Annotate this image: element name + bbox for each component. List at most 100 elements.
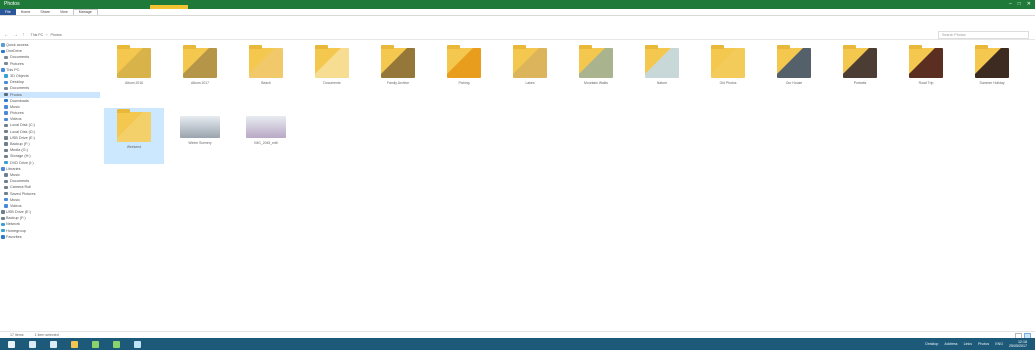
folder-icon — [711, 45, 745, 78]
folder-tile[interactable]: Lakes — [500, 44, 560, 100]
sidebar-item-icon — [4, 80, 8, 84]
sidebar-item-label: Media (G:) — [10, 148, 28, 153]
tile-label: Album 2016 — [124, 81, 144, 85]
sidebar-item-label: Libraries — [6, 166, 21, 171]
folder-tile[interactable]: Weekend — [104, 108, 164, 164]
ribbon-tab-home[interactable]: Home — [16, 9, 36, 15]
sidebar-item-icon — [1, 210, 5, 214]
taskbar: Desktop Address Links Photos ENG 12:18 25/05… — [0, 338, 1035, 350]
folder-tile[interactable]: Mountain Walks — [566, 44, 626, 100]
tile-label: Old Photos — [719, 81, 737, 85]
tray-item[interactable]: Links — [964, 342, 972, 346]
tile-label: Mountain Walks — [584, 81, 608, 85]
back-icon[interactable]: ← — [4, 32, 9, 38]
clock[interactable]: 12:18 25/05/2017 — [1009, 340, 1027, 348]
sidebar-item-label: Music — [10, 172, 20, 177]
sidebar-item-label: OneDrive — [6, 49, 23, 54]
sidebar-item-label: Camera Roll — [10, 185, 32, 190]
folder-tile[interactable]: Album 2017 — [170, 44, 230, 100]
photo-tile[interactable]: Winter Scenery — [170, 108, 230, 164]
ribbon-tab-share[interactable]: Share — [35, 9, 55, 15]
folder-tile[interactable]: Portraits — [830, 44, 890, 100]
sidebar-item-label: Network — [6, 222, 20, 227]
sidebar-item-icon — [4, 55, 8, 60]
folder-tile[interactable]: Road Trip — [896, 44, 956, 100]
folder-tile[interactable]: Fishing — [434, 44, 494, 100]
sidebar-item-icon — [1, 222, 5, 227]
sidebar-item-icon — [4, 86, 8, 91]
file-tiles: Album 2016 Album 2017 Beach Documents Family… — [104, 44, 1034, 164]
minimize-icon[interactable]: – — [1009, 1, 1012, 7]
tile-label: Portraits — [853, 81, 867, 85]
tray-item[interactable]: ENG — [995, 342, 1003, 346]
mail-icon[interactable] — [113, 340, 120, 348]
sidebar-item-label: Music — [10, 104, 20, 109]
folder-icon — [315, 45, 349, 78]
clock-date: 25/05/2017 — [1009, 344, 1027, 348]
sidebar-item-icon — [4, 117, 8, 122]
folder-tile[interactable]: Beach — [236, 44, 296, 100]
ribbon-tabs: File Home Share View Manage — [0, 9, 1035, 16]
close-icon[interactable]: ✕ — [1027, 1, 1031, 7]
breadcrumb-item[interactable]: Photos — [50, 33, 61, 37]
folder-tile[interactable]: Old Photos — [698, 44, 758, 100]
sidebar-item[interactable]: Favorites — [0, 234, 100, 240]
task-view-icon[interactable] — [50, 340, 57, 348]
tile-label: Road Trip — [918, 81, 934, 85]
breadcrumb-item[interactable]: This PC — [31, 33, 44, 37]
maximize-icon[interactable]: □ — [1018, 1, 1021, 7]
search-icon[interactable] — [29, 340, 36, 348]
sidebar-item-icon — [4, 179, 8, 183]
folder-icon — [579, 45, 613, 78]
sidebar-item-label: Backup (F:) — [6, 216, 26, 221]
sidebar-item-label: Documents — [10, 179, 30, 184]
store-icon[interactable] — [92, 340, 99, 348]
tile-label: Beach — [261, 81, 271, 85]
folder-icon — [777, 45, 811, 78]
sidebar-item-label: Pictures — [10, 111, 24, 116]
sidebar-item-label: Storage (H:) — [10, 154, 31, 159]
forward-icon[interactable]: → — [13, 32, 18, 38]
tile-label: Weekend — [126, 145, 142, 149]
tray-item[interactable]: Address — [944, 342, 957, 346]
sidebar-item-icon — [4, 198, 8, 202]
sidebar-item-label: Favorites — [6, 234, 22, 239]
tile-label: Nature — [656, 81, 668, 85]
folder-tile[interactable]: Our House — [764, 44, 824, 100]
window-controls: – □ ✕ — [1009, 1, 1031, 7]
folder-icon — [513, 45, 547, 78]
tile-label: Our House — [785, 81, 803, 85]
ribbon-tab-view[interactable]: View — [55, 9, 73, 15]
ribbon-tab-manage[interactable]: Manage — [72, 9, 98, 15]
sidebar-item-label: Downloads — [10, 98, 29, 103]
folder-tile[interactable]: Family Archive — [368, 44, 428, 100]
file-explorer-icon[interactable] — [71, 340, 78, 348]
photo-tile[interactable]: IMG_2045_edit — [236, 108, 296, 164]
sidebar-item-label: Local Disk (C:) — [10, 123, 35, 128]
tray-item[interactable]: Desktop — [925, 342, 938, 346]
sidebar-item-icon — [4, 74, 8, 78]
folder-icon — [843, 45, 877, 78]
up-icon[interactable]: ↑ — [22, 32, 25, 38]
address-bar[interactable]: This PC › Photos — [31, 31, 939, 38]
folder-icon — [183, 45, 217, 78]
folder-tile[interactable]: Documents — [302, 44, 362, 100]
folder-tile[interactable]: Summer Holiday — [962, 44, 1022, 100]
sidebar-item-icon — [1, 229, 5, 233]
tray-item[interactable]: Photos — [978, 342, 989, 346]
sidebar-item-icon — [4, 123, 8, 128]
tile-label: Winter Scenery — [188, 141, 212, 145]
breadcrumb-separator-icon: › — [46, 32, 48, 37]
sidebar-item-label: Videos — [10, 117, 22, 122]
search-box[interactable]: Search Photos — [938, 30, 1029, 39]
folder-tile[interactable]: Nature — [632, 44, 692, 100]
sidebar-item-icon — [4, 130, 8, 134]
photos-icon[interactable] — [134, 340, 141, 348]
sidebar-item-label: Local Disk (D:) — [10, 129, 35, 134]
sidebar-item-icon — [4, 92, 8, 97]
start-icon[interactable] — [8, 340, 15, 348]
sidebar-item-label: Backup (F:) — [10, 142, 30, 146]
ribbon-tab-file[interactable]: File — [0, 9, 16, 15]
folder-tile[interactable]: Album 2016 — [104, 44, 164, 100]
address-row: ← → ↑ This PC › Photos Search Photos — [0, 30, 1035, 40]
